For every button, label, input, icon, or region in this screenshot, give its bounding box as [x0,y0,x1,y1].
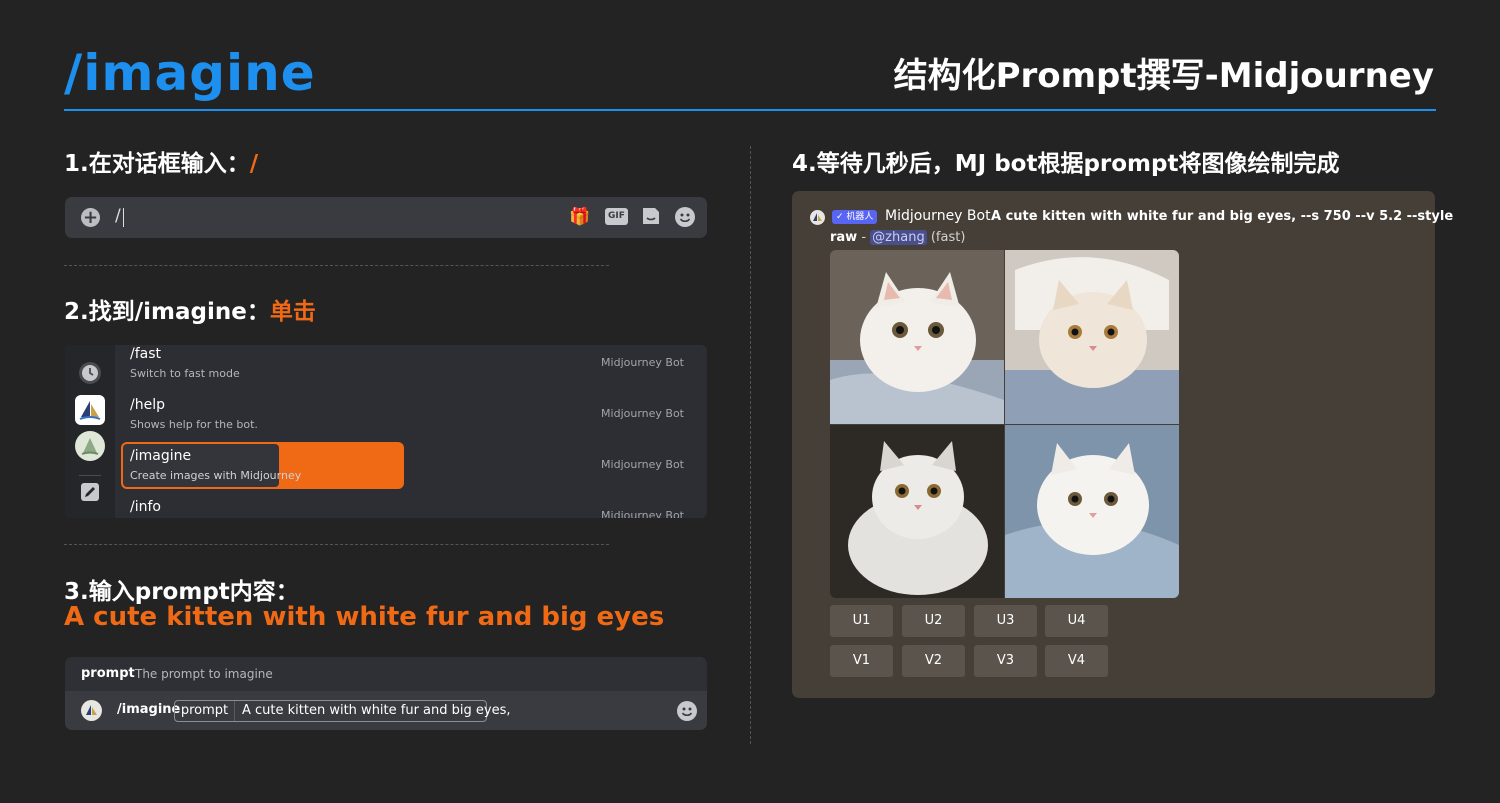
command-bot: Midjourney Bot [601,509,684,518]
step1-heading: 1.在对话框输入：/ [64,144,258,178]
generated-image-grid[interactable] [830,250,1179,598]
command-name: /help [130,397,165,413]
upscale-button-4[interactable]: U4 [1045,605,1108,637]
step1-heading-text: 1.在对话框输入： [64,151,250,177]
speed-label: (fast) [926,230,966,245]
server-app-icon[interactable] [75,431,105,461]
chat-input-box[interactable]: + / 🎁 GIF [65,197,707,238]
command-item-fast[interactable]: /fast Switch to fast mode Midjourney Bot [115,345,707,393]
step1-heading-accent: / [249,151,259,177]
step2-heading-accent: 单击 [269,299,316,325]
command-desc: Shows help for the bot. [130,418,258,431]
bot-name[interactable]: Midjourney Bot [885,208,991,224]
step3-heading: 3.输入prompt内容： [64,579,299,605]
kitten-image-3[interactable] [830,425,1004,598]
command-item-imagine[interactable]: /imagine Create images with Midjourney M… [115,447,707,495]
slide-title: 结构化Prompt撰写-Midjourney [893,56,1434,96]
message-line2: raw - @zhang (fast) [830,230,965,245]
page-big-title: /imagine [64,44,316,102]
command-token: /imagine [117,702,181,717]
header-divider [64,109,1436,111]
rail-separator [79,475,101,476]
param-hint: The prompt to imagine [135,667,273,681]
kitten-image-4[interactable] [1005,425,1179,598]
pencil-icon[interactable] [81,483,99,501]
variation-button-1[interactable]: V1 [830,645,893,677]
column-divider [750,146,751,744]
command-item-info[interactable]: /info Midjourney Bot [115,498,707,518]
user-mention[interactable]: @zhang [870,230,927,245]
chat-input-value[interactable]: / [115,206,121,226]
param-label: prompt [81,666,135,681]
step2-heading-text: 2.找到/imagine： [64,299,270,325]
add-circle-icon[interactable]: + [81,208,100,227]
gif-icon[interactable]: GIF [605,208,628,225]
kitten-image-1[interactable] [830,250,1004,424]
variation-button-4[interactable]: V4 [1045,645,1108,677]
command-category-rail [65,345,115,518]
command-bot: Midjourney Bot [601,458,684,471]
prompt-option-value[interactable]: A cute kitten with white fur and big eye… [242,703,511,718]
section-divider [64,544,609,545]
prompt-option-label: prompt [175,701,235,721]
prompt-entry-row[interactable]: /imagine prompt A cute kitten with white… [65,691,707,730]
command-desc: Create images with Midjourney [130,469,302,482]
upscale-button-1[interactable]: U1 [830,605,893,637]
message-prompt-text: A cute kitten with white fur and big eye… [991,209,1454,224]
prompt-input-box: prompt The prompt to imagine /imagine pr… [65,657,707,730]
midjourney-message: ✓ 机器人 Midjourney Bot A cute kitten with … [792,191,1453,698]
command-list-panel: /fast Switch to fast mode Midjourney Bot… [65,345,707,518]
clock-icon[interactable] [79,362,101,384]
bot-badge: ✓ 机器人 [832,210,878,224]
section-divider [64,265,609,266]
gift-icon[interactable]: 🎁 [569,207,590,227]
prompt-option-pill[interactable]: prompt A cute kitten with white fur and … [174,700,511,722]
step4-heading: 4.等待几秒后，MJ bot根据prompt将图像绘制完成 [792,151,1340,177]
kitten-image-2[interactable] [1005,250,1179,424]
variation-button-2[interactable]: V2 [902,645,965,677]
bot-avatar [81,700,102,721]
command-name: /info [130,499,161,515]
text-caret [123,208,124,227]
upscale-button-3[interactable]: U3 [974,605,1037,637]
command-desc: Switch to fast mode [130,367,240,380]
command-bot: Midjourney Bot [601,356,684,369]
emoji-icon[interactable] [675,207,695,227]
command-name: /fast [130,346,162,362]
midjourney-app-icon[interactable] [75,395,105,425]
emoji-icon[interactable] [677,701,697,721]
command-name: /imagine [130,448,192,464]
step2-heading: 2.找到/imagine：单击 [64,292,316,326]
command-item-help[interactable]: /help Shows help for the bot. Midjourney… [115,396,707,444]
command-bot: Midjourney Bot [601,407,684,420]
step3-prompt-example: A cute kitten with white fur and big eye… [64,602,665,632]
variation-button-3[interactable]: V3 [974,645,1037,677]
style-raw: raw [830,230,858,245]
separator: - [857,230,871,245]
sticker-icon[interactable] [641,206,661,231]
upscale-button-2[interactable]: U2 [902,605,965,637]
bot-avatar [810,210,825,225]
